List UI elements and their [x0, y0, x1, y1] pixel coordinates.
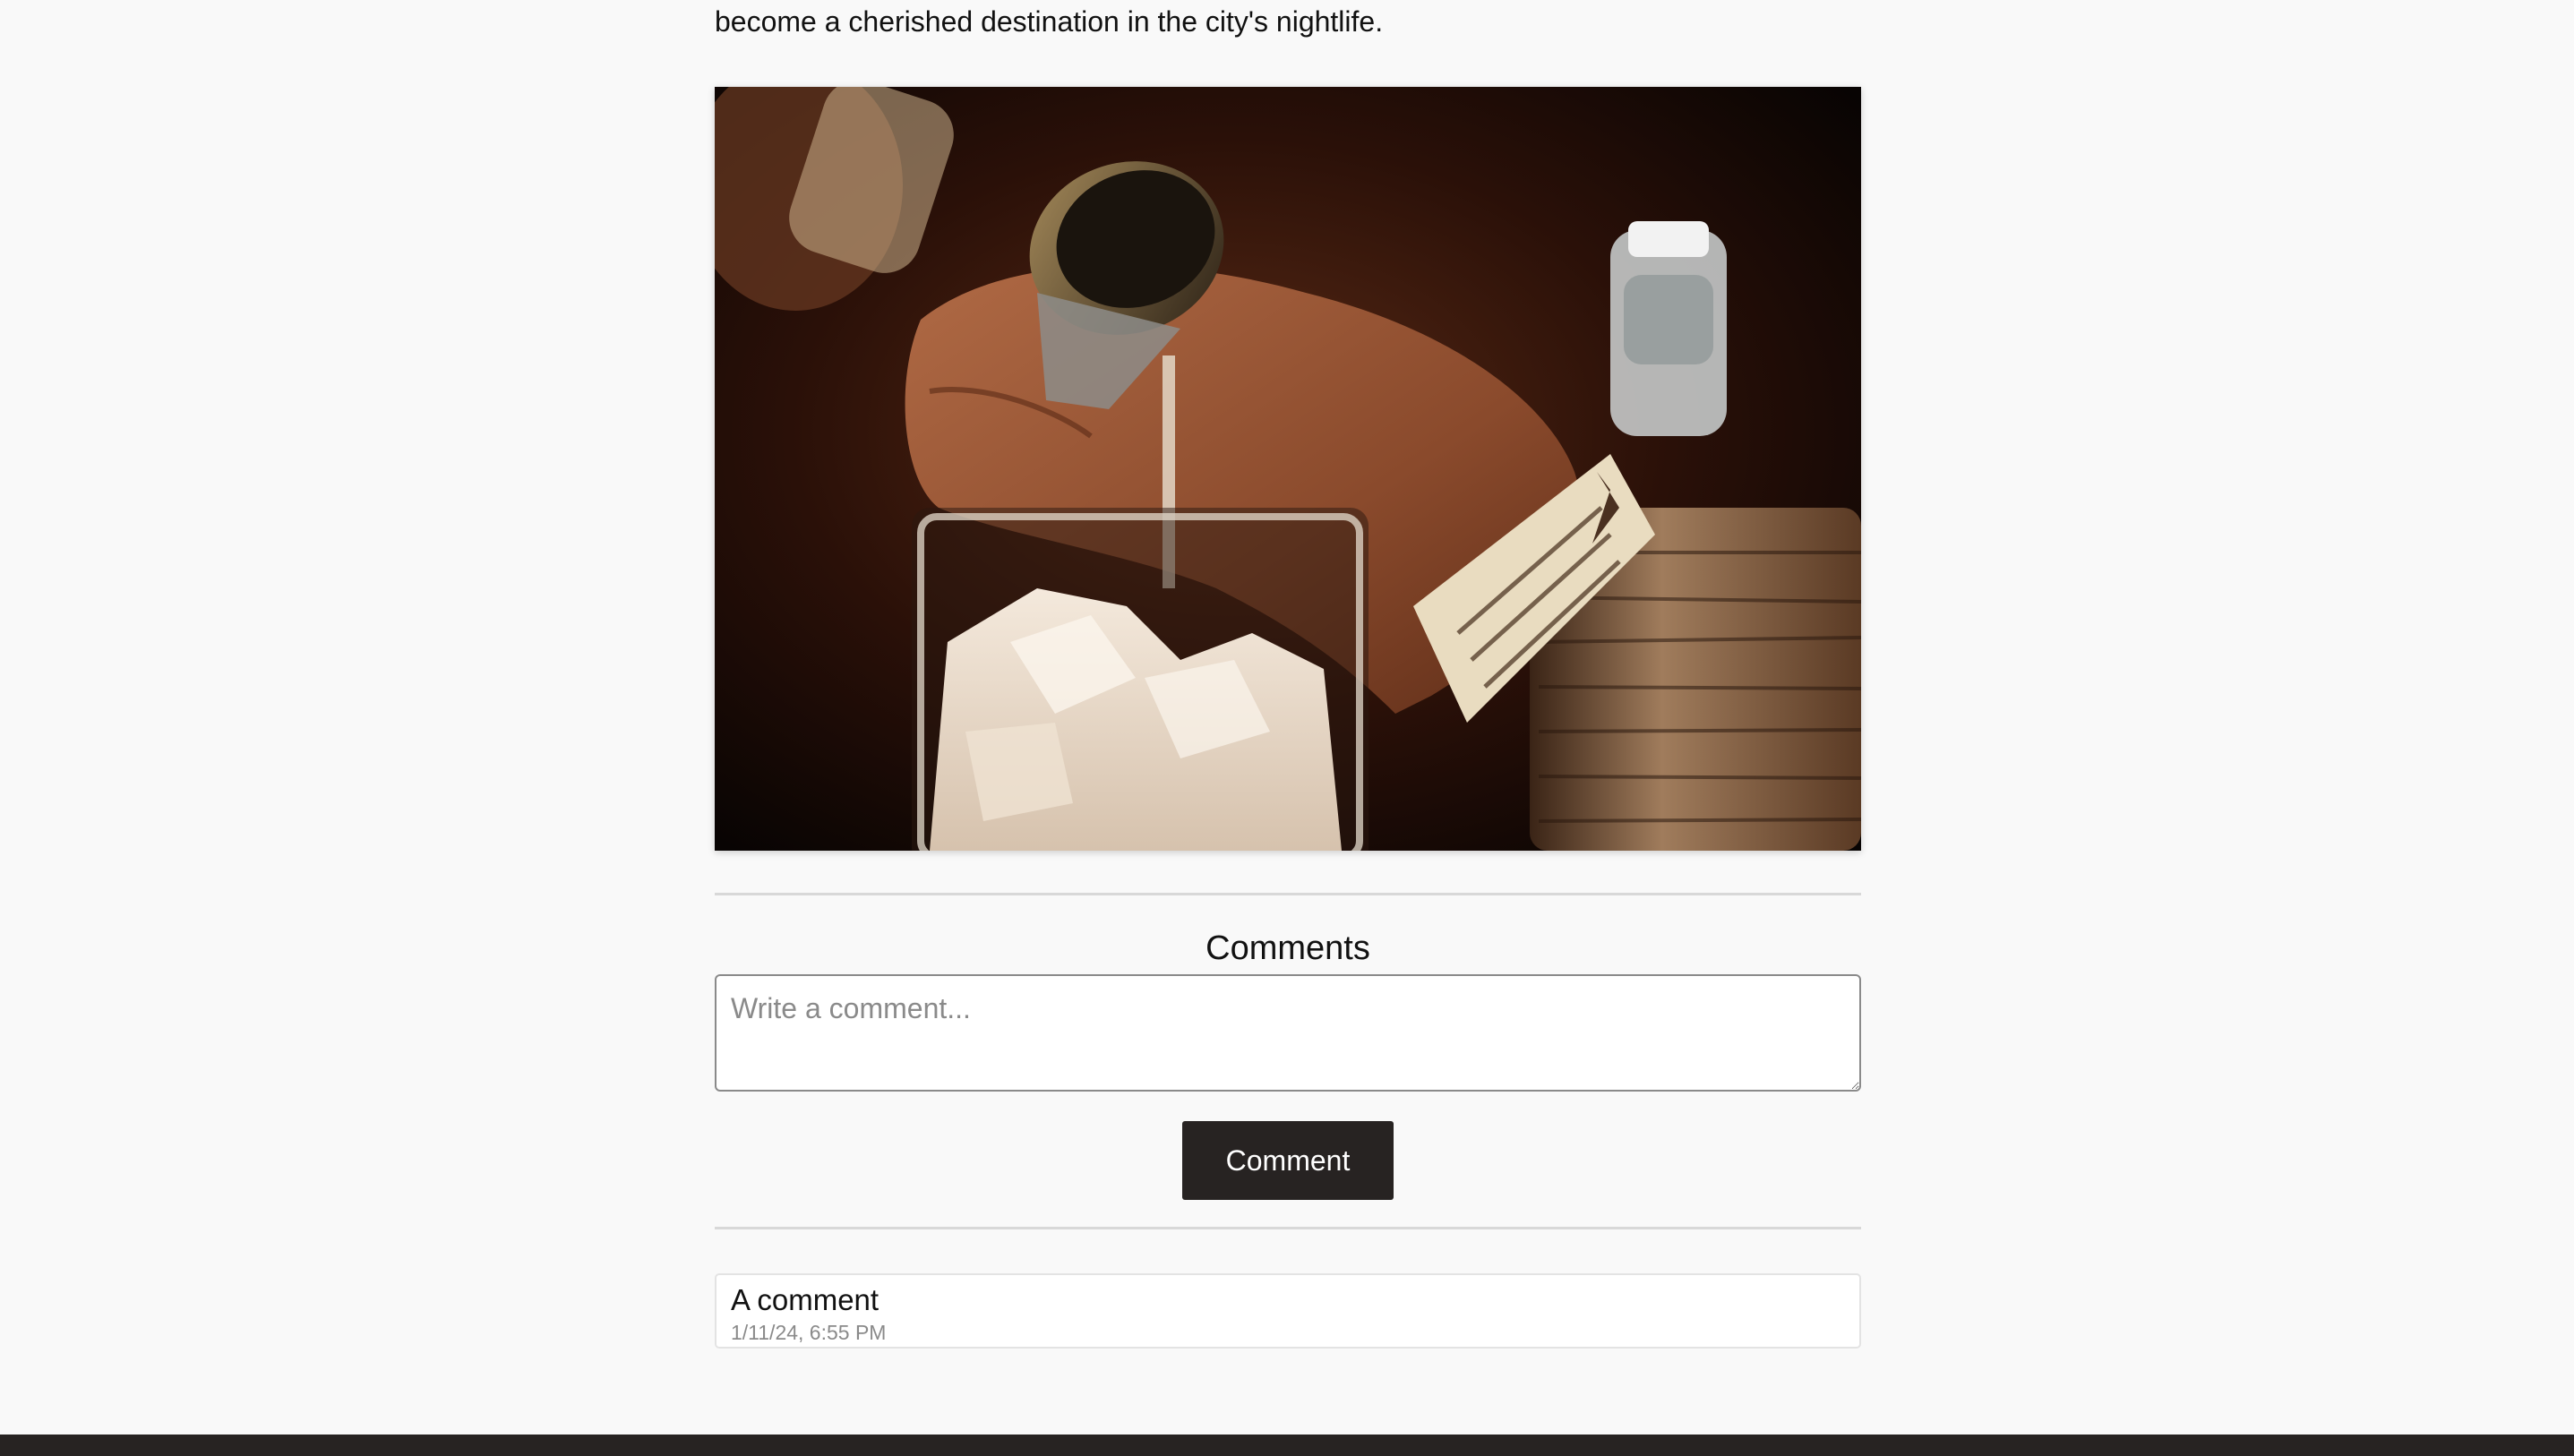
section-divider	[715, 893, 1861, 895]
comments-divider	[715, 1227, 1861, 1229]
page: become a cherished destination in the ci…	[0, 0, 2574, 1456]
article-image	[715, 87, 1861, 851]
comment-text: A comment	[731, 1283, 879, 1316]
comment-timestamp: 1/11/24, 6:55 PM	[731, 1321, 887, 1344]
comments-heading: Comments	[1205, 929, 1370, 967]
article-text: become a cherished destination in the ci…	[715, 5, 1384, 38]
comment-submit-button[interactable]: Comment	[1182, 1121, 1394, 1200]
comment-item: A comment 1/11/24, 6:55 PM	[715, 1273, 1861, 1349]
comment-input[interactable]	[715, 974, 1861, 1092]
page-footer	[0, 1435, 2574, 1456]
